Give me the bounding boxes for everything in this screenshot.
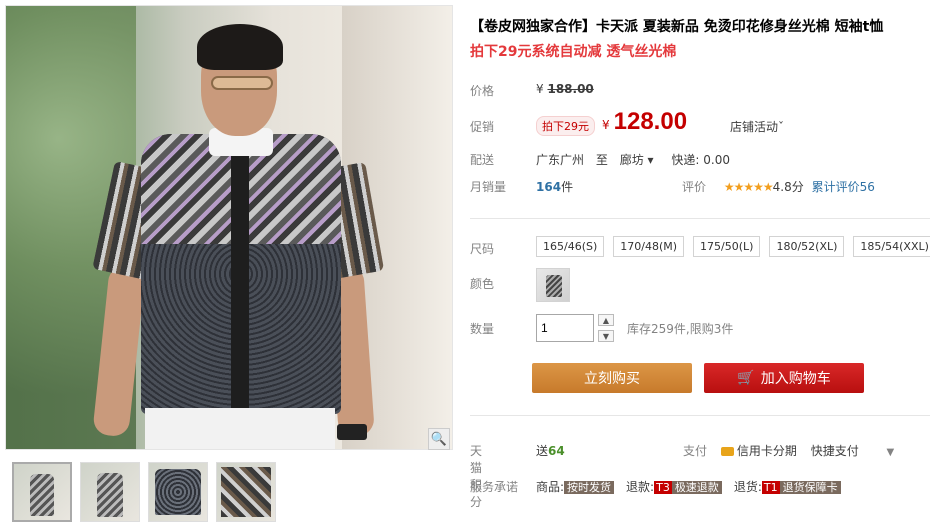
price-box: 价格 ¥ 188.00 促销 拍下29元 ¥128.00 店铺活动ˇ 配送 广东… xyxy=(470,72,930,202)
store-activity-dropdown[interactable]: 店铺活动ˇ xyxy=(730,118,784,135)
payment-label: 支付 xyxy=(683,444,708,458)
thumbnail-3[interactable] xyxy=(148,462,208,522)
promo-tag: 拍下29元 xyxy=(536,116,595,136)
service-prefix: 退货: xyxy=(733,480,762,494)
service-prefix: 退款: xyxy=(626,480,655,494)
monthly-sales: 164件 xyxy=(536,178,573,195)
quick-pay-link[interactable]: 快捷支付 xyxy=(811,444,859,458)
main-product-image[interactable] xyxy=(5,5,453,450)
product-subtitle: 拍下29元系统自动减 透气丝光棉 xyxy=(470,44,677,60)
points-label: 天猫积分 xyxy=(470,444,483,509)
points-value: 送64 xyxy=(536,442,565,459)
divider xyxy=(470,415,930,416)
promo-price: ¥128.00 xyxy=(602,108,687,136)
buy-now-button[interactable]: 立刻购买 xyxy=(532,363,692,393)
sales-count: 164 xyxy=(536,180,562,194)
rating-summary: 评价 ★★★★★4.8分 累计评价56 xyxy=(682,178,875,195)
credit-installment-link[interactable]: 信用卡分期 xyxy=(720,444,797,458)
thumbnail-4[interactable] xyxy=(216,462,276,522)
store-activity-label: 店铺活动 xyxy=(730,120,779,134)
divider xyxy=(470,218,930,219)
rating-score: 4.8分 xyxy=(772,180,804,194)
promo-label: 促销 xyxy=(470,120,495,134)
star-rating-icon: ★★★★★ xyxy=(723,180,774,194)
service-item[interactable]: 退货: T1 退货保障卡 xyxy=(734,478,841,495)
delivery-to: 至 xyxy=(595,153,608,167)
add-to-cart-label: 加入购物车 xyxy=(760,371,831,387)
thumbnail-strip xyxy=(12,462,276,522)
buy-now-label: 立刻购买 xyxy=(584,371,640,387)
quantity-label: 数量 xyxy=(470,322,495,336)
quantity-input[interactable] xyxy=(536,314,594,342)
size-option[interactable]: 170/48(M) xyxy=(613,236,685,257)
delivery-fee: 快递: 0.00 xyxy=(671,153,730,167)
delivery-origin: 广东广州 xyxy=(536,153,585,167)
size-option[interactable]: 165/46(S) xyxy=(536,236,605,257)
color-label: 颜色 xyxy=(470,277,495,291)
service-code: T3 xyxy=(654,481,672,494)
thumbnail-2[interactable] xyxy=(80,462,140,522)
service-badge: 按时发货 xyxy=(564,481,615,494)
stock-info: 库存259件,限购3件 xyxy=(627,322,734,336)
currency-symbol: ¥ xyxy=(602,118,610,132)
original-price-value: 188.00 xyxy=(547,82,594,96)
service-item[interactable]: 退款: T3 极速退款 xyxy=(626,478,722,495)
color-swatch[interactable] xyxy=(536,268,570,302)
size-options: 165/46(S) 170/48(M) 175/50(L) 180/52(XL)… xyxy=(536,236,930,257)
delivery-label: 配送 xyxy=(470,153,495,167)
delivery-destination-select[interactable]: 廊坊 ▾ xyxy=(620,153,654,167)
payment-options: 支付 信用卡分期 快捷支付 ▼ xyxy=(683,442,894,459)
quantity-increase-button[interactable]: ▲ xyxy=(598,314,614,326)
credit-card-icon xyxy=(720,447,734,456)
services-label: 服务承诺 xyxy=(470,480,519,494)
points-prefix: 送 xyxy=(536,444,549,458)
original-price: ¥ 188.00 xyxy=(536,82,594,96)
delivery-info: 广东广州 至 廊坊 ▾ 快递: 0.00 xyxy=(536,151,730,168)
service-badge: 极速退款 xyxy=(671,481,722,494)
sales-unit: 件 xyxy=(561,180,574,194)
price-label: 价格 xyxy=(470,84,495,98)
currency-symbol: ¥ xyxy=(536,82,544,96)
promo-price-value: 128.00 xyxy=(613,108,688,135)
product-info-panel: 【卷皮网独家合作】卡天派 夏装新品 免烫印花修身丝光棉 短袖t恤 拍下29元系统… xyxy=(470,0,930,530)
chevron-down-icon[interactable]: ▼ xyxy=(887,447,895,458)
size-option[interactable]: 180/52(XL) xyxy=(769,236,845,257)
quantity-decrease-button[interactable]: ▼ xyxy=(598,330,614,342)
monthly-sales-label: 月销量 xyxy=(470,180,507,194)
rating-label: 评价 xyxy=(682,180,707,194)
service-prefix: 商品: xyxy=(536,480,565,494)
product-title: 【卷皮网独家合作】卡天派 夏装新品 免烫印花修身丝光棉 短袖t恤 xyxy=(470,19,884,35)
thumbnail-1[interactable] xyxy=(12,462,72,522)
add-to-cart-button[interactable]: 🛒 加入购物车 xyxy=(704,363,864,393)
reviews-link[interactable]: 累计评价56 xyxy=(812,180,875,194)
service-code: T1 xyxy=(761,481,780,494)
size-label: 尺码 xyxy=(470,242,495,256)
shopping-cart-icon: 🛒 xyxy=(737,370,755,386)
credit-installment-label: 信用卡分期 xyxy=(736,444,797,458)
model-figure xyxy=(92,16,385,449)
service-items: 商品: 按时发货 退款: T3 极速退款 退货: T1 退货保障卡 xyxy=(536,478,841,495)
caret-down-icon: ▾ xyxy=(647,153,654,167)
service-badge: 退货保障卡 xyxy=(779,481,841,494)
size-option[interactable]: 185/54(XXL) xyxy=(853,236,930,257)
points-number: 64 xyxy=(548,444,565,458)
service-item[interactable]: 商品: 按时发货 xyxy=(536,478,615,495)
delivery-destination: 廊坊 xyxy=(619,153,644,167)
size-option[interactable]: 175/50(L) xyxy=(693,236,761,257)
magnifier-icon[interactable]: 🔍 xyxy=(428,428,450,450)
chevron-down-icon: ˇ xyxy=(778,120,785,134)
